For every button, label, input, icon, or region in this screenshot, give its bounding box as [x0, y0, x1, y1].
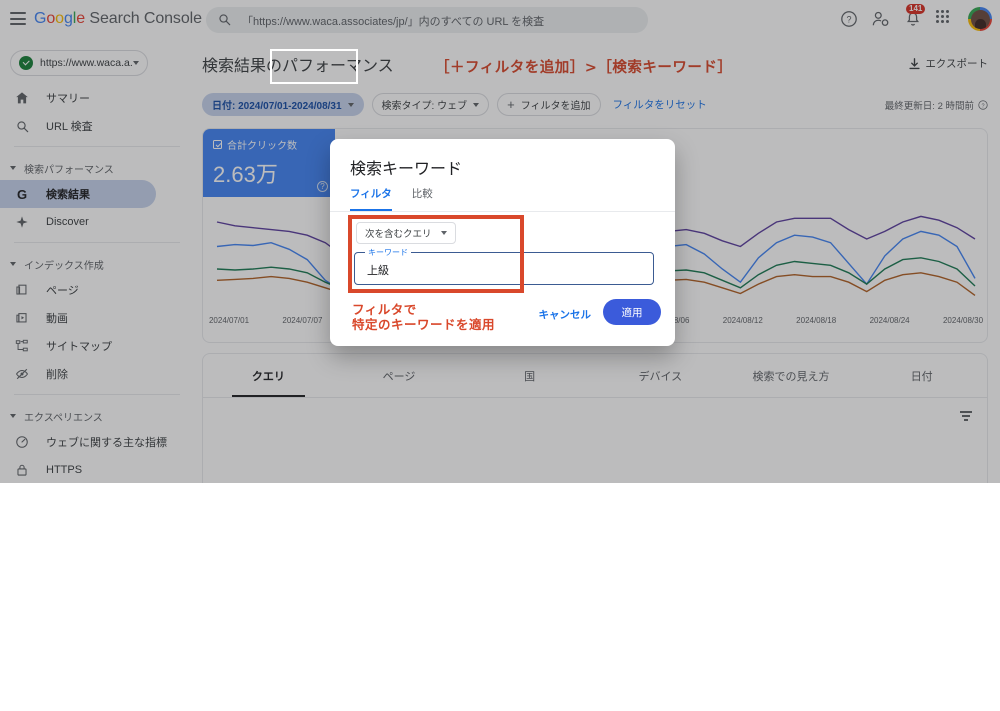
dialog-tabs-divider: [330, 211, 675, 212]
dialog-tabs: フィルタ 比較: [350, 186, 433, 211]
screenshot-root: Google Search Console 「https://www.waca.…: [0, 0, 1000, 711]
apply-button[interactable]: 適用: [603, 299, 661, 325]
search-console-app: Google Search Console 「https://www.waca.…: [0, 0, 1000, 483]
dialog-title: 検索キーワード: [350, 161, 463, 178]
tab-compare[interactable]: 比較: [412, 186, 433, 211]
tab-filter[interactable]: フィルタ: [350, 186, 392, 211]
keyword-input-legend: キーワード: [365, 247, 411, 258]
annotation-apply-keyword: フィルタで 特定のキーワードを適用: [352, 302, 495, 333]
lower-region: 特定のキーワードのみの結果を抽出 上位のクエリ ↓クリック数 表示回数 CTR …: [0, 483, 1000, 711]
annotation-line1: フィルタで: [352, 302, 417, 317]
keyword-input-value: 上級: [367, 265, 389, 277]
operator-select[interactable]: 次を含むクエリ: [356, 222, 456, 244]
keyword-input[interactable]: キーワード 上級: [354, 247, 654, 285]
chevron-down-icon: [440, 231, 447, 235]
operator-label: 次を含むクエリ: [365, 229, 432, 240]
search-keyword-filter-dialog: 検索キーワード フィルタ 比較 次を含むクエリ キーワード 上級 フィルタで 特…: [330, 139, 675, 346]
cancel-button[interactable]: キャンセル: [539, 307, 592, 322]
annotation-line2: 特定のキーワードを適用: [352, 317, 496, 333]
